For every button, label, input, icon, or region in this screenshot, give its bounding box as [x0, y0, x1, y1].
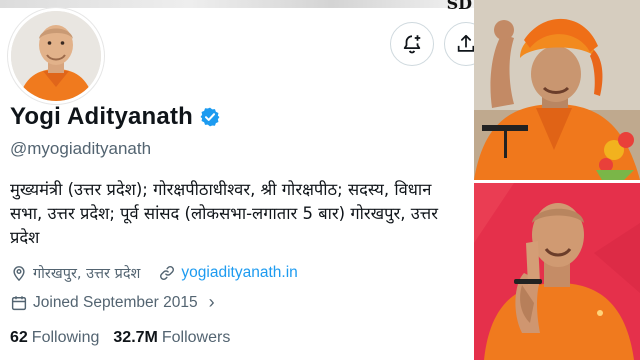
joined-date: Joined September 2015 — [33, 293, 198, 311]
bio-line: सभा, उत्तर प्रदेश; पूर्व सांसद (लोकसभा-ल… — [10, 204, 438, 223]
joined-row: Joined September 2015 › — [10, 292, 215, 313]
follow-stats: 62 Following 32.7M Followers — [10, 329, 230, 347]
bio-line: मुख्यमंत्री (उत्तर प्रदेश); गोरक्षपीठाधी… — [10, 180, 432, 199]
followers-link[interactable]: 32.7M Followers — [113, 329, 230, 347]
photo-namaste-illustration — [474, 183, 640, 360]
followers-label: Followers — [161, 329, 231, 346]
joined-item: Joined September 2015 › — [10, 292, 215, 313]
link-icon — [160, 266, 175, 280]
photo-folded-hands — [474, 183, 640, 360]
notify-button[interactable] — [390, 22, 434, 66]
share-button[interactable] — [444, 22, 474, 66]
profile-banner[interactable] — [0, 0, 474, 8]
following-link[interactable]: 62 Following — [10, 329, 99, 347]
display-name: Yogi Adityanath — [10, 103, 193, 130]
bell-plus-icon — [403, 35, 421, 54]
display-name-row: Yogi Adityanath — [10, 103, 221, 131]
verified-badge-icon[interactable] — [199, 106, 221, 128]
following-count: 62 — [10, 329, 28, 346]
avatar[interactable] — [8, 8, 104, 104]
website-link[interactable]: yogiadityanath.in — [181, 264, 297, 282]
following-label: Following — [31, 329, 100, 346]
location-pin-icon — [13, 266, 25, 282]
bio-line: प्रदेश — [10, 228, 40, 247]
website-item[interactable]: yogiadityanath.in — [158, 264, 298, 282]
location-text: गोरखपुर, उत्तर प्रदेश — [33, 266, 141, 282]
user-handle: @myogiadityanath — [10, 139, 152, 158]
location-item: गोरखपुर, उत्तर प्रदेश — [10, 263, 140, 283]
joined-chevron-icon[interactable]: › — [209, 292, 215, 313]
profile-bio: मुख्यमंत्री (उत्तर प्रदेश); गोरक्षपीठाधी… — [10, 178, 470, 250]
photo-saffron-turban — [474, 0, 640, 180]
photo-turban-illustration — [474, 0, 640, 180]
followers-count: 32.7M — [113, 329, 158, 346]
share-upload-icon — [457, 34, 474, 52]
calendar-icon — [11, 295, 27, 310]
profile-meta-row: गोरखपुर, उत्तर प्रदेश yogiadityanath.in — [10, 263, 298, 283]
banner-watermark: SD — [446, 0, 472, 13]
profile-panel: SD Yogi Adityanath @myogiadityanath मुख्… — [0, 0, 474, 360]
avatar-portrait — [11, 11, 101, 101]
